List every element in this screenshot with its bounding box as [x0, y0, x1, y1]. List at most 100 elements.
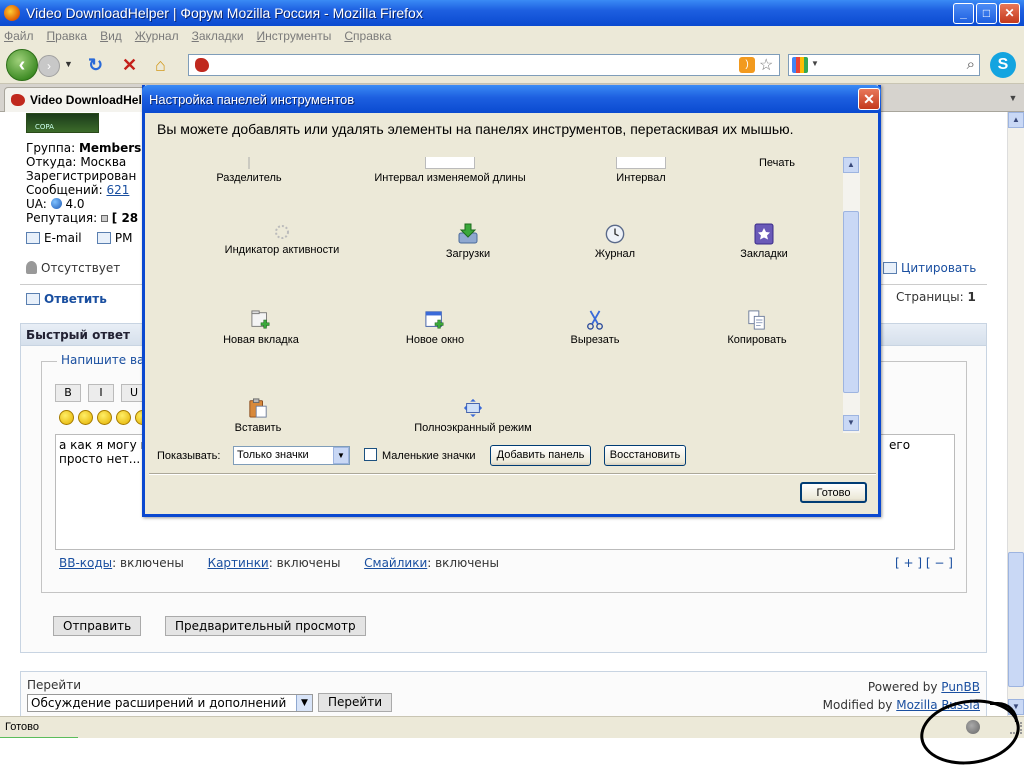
- small-icons-checkbox[interactable]: [364, 448, 377, 461]
- tab-label: Video DownloadHelp: [30, 93, 150, 107]
- scroll-up-icon[interactable]: ▲: [1008, 112, 1024, 128]
- smiley-sad-icon[interactable]: [97, 410, 112, 425]
- pm-link[interactable]: PM: [115, 231, 133, 245]
- stop-icon[interactable]: ✕: [122, 55, 137, 75]
- menu-file[interactable]: Файл: [4, 29, 34, 43]
- back-arrow-icon: ‹: [18, 53, 26, 76]
- palette-label: Журнал: [594, 248, 636, 260]
- search-input[interactable]: ▼ ⌕: [788, 54, 980, 76]
- user-reputation-label: Репутация:: [26, 211, 98, 225]
- menu-edit[interactable]: Правка: [47, 29, 88, 43]
- italic-button[interactable]: I: [88, 384, 114, 402]
- user-info: Группа: Members Откуда: Москва Зарегистр…: [26, 141, 141, 225]
- url-input[interactable]: ) ☆: [188, 54, 780, 76]
- palette-item-downloads[interactable]: Загрузки: [383, 223, 553, 260]
- palette-item-new-tab[interactable]: Новая вкладка: [176, 309, 346, 346]
- forum-jump-select[interactable]: Обсуждение расширений и дополнений ▼: [27, 694, 313, 712]
- user-posts-link[interactable]: 621: [106, 183, 129, 197]
- powered-prefix: Powered by: [867, 680, 942, 694]
- scrollbar-thumb[interactable]: [843, 211, 859, 393]
- forward-button[interactable]: ›: [38, 55, 60, 77]
- preview-button[interactable]: Предварительный просмотр: [165, 616, 366, 636]
- quote-link[interactable]: Цитировать: [883, 261, 976, 275]
- tab-list-dropdown-icon[interactable]: ▼: [1004, 88, 1022, 108]
- user-reputation-value: [ 28: [111, 211, 139, 225]
- palette-item-throbber[interactable]: Индикатор активности: [197, 223, 367, 256]
- menu-tools[interactable]: Инструменты: [257, 29, 332, 43]
- tab-favicon-icon: [11, 94, 25, 106]
- home-icon[interactable]: ⌂: [155, 55, 166, 75]
- user-status-text: Отсутствует: [41, 261, 121, 275]
- history-dropdown-icon[interactable]: ▼: [64, 59, 73, 69]
- palette-item-flexible-space[interactable]: Интервал изменяемой длины: [365, 157, 535, 184]
- bookmark-star-icon[interactable]: ☆: [759, 55, 773, 75]
- small-icons-label[interactable]: Маленькие значки: [382, 450, 476, 462]
- modified-prefix: Modified by: [822, 698, 897, 712]
- close-button[interactable]: ✕: [999, 2, 1020, 24]
- palette-item-paste[interactable]: Вставить: [173, 397, 343, 433]
- palette-label: Загрузки: [445, 248, 491, 260]
- palette-item-new-window[interactable]: Новое окно: [350, 309, 520, 346]
- search-icon[interactable]: ⌕: [967, 56, 975, 73]
- palette-item-history[interactable]: Журнал: [530, 223, 700, 260]
- jump-button[interactable]: Перейти: [318, 693, 392, 712]
- send-button[interactable]: Отправить: [53, 616, 142, 636]
- dialog-close-button[interactable]: ✕: [858, 88, 880, 110]
- punbb-link[interactable]: PunBB: [941, 680, 980, 694]
- bbcode-link[interactable]: BB-коды: [59, 556, 112, 570]
- palette-item-copy[interactable]: Копировать: [672, 309, 842, 346]
- restore-button[interactable]: Восстановить: [604, 445, 686, 466]
- menu-history[interactable]: Журнал: [135, 29, 179, 43]
- palette-label: Полноэкранный режим: [414, 422, 532, 433]
- google-search-engine-icon[interactable]: [792, 57, 808, 73]
- minimize-button[interactable]: _: [953, 2, 974, 24]
- rss-feed-icon[interactable]: ): [739, 57, 755, 73]
- smilies-link[interactable]: Смайлики: [364, 556, 427, 570]
- smiley-neutral-icon[interactable]: [78, 410, 93, 425]
- menu-bar: Файл Правка Вид Журнал Закладки Инструме…: [0, 26, 1024, 46]
- reply-link[interactable]: Ответить: [26, 292, 107, 306]
- palette-item-fullscreen[interactable]: Полноэкранный режим: [388, 397, 558, 433]
- palette-item-bookmarks[interactable]: Закладки: [679, 223, 849, 260]
- menu-view[interactable]: Вид: [100, 29, 122, 43]
- reload-icon[interactable]: ↻: [88, 55, 103, 75]
- user-location-value: Москва: [80, 155, 127, 169]
- separator-icon: [248, 157, 250, 169]
- reply-legend: Напишите ва: [57, 353, 149, 367]
- bold-button[interactable]: B: [55, 384, 81, 402]
- back-button[interactable]: ‹: [6, 49, 38, 81]
- done-button[interactable]: Готово: [800, 482, 867, 503]
- palette-item-separator[interactable]: Разделитель: [164, 157, 334, 184]
- palette-item-print[interactable]: Печать: [692, 157, 859, 169]
- add-toolbar-button[interactable]: Добавить панель: [490, 445, 591, 466]
- tab-video-downloadhelper[interactable]: Video DownloadHelp: [4, 87, 154, 112]
- palette-scrollbar[interactable]: ▲ ▼: [843, 157, 860, 433]
- cut-icon: [587, 310, 603, 330]
- dialog-titlebar: Настройка панелей инструментов ✕: [142, 85, 881, 113]
- pages-value[interactable]: 1: [968, 290, 976, 304]
- show-mode-select[interactable]: Только значки ▼: [233, 446, 350, 465]
- scroll-up-icon[interactable]: ▲: [843, 157, 859, 173]
- palette-label: Вставить: [234, 422, 282, 433]
- palette-item-cut[interactable]: Вырезать: [510, 309, 680, 346]
- page-scrollbar[interactable]: ▲ ▼: [1007, 112, 1024, 716]
- palette-label: Печать: [758, 157, 796, 169]
- search-engine-dropdown-icon[interactable]: ▼: [811, 59, 819, 68]
- images-state: : включены: [268, 556, 341, 570]
- scroll-down-icon[interactable]: ▼: [843, 415, 859, 431]
- palette-label: Разделитель: [216, 172, 282, 184]
- smiley-grin-icon[interactable]: [116, 410, 131, 425]
- maximize-button[interactable]: □: [976, 2, 997, 24]
- smiley-smile-icon[interactable]: [59, 410, 74, 425]
- user-status: Отсутствует: [26, 261, 120, 275]
- expand-collapse-links[interactable]: [ + ] [ − ]: [895, 556, 953, 570]
- menu-help[interactable]: Справка: [344, 29, 391, 43]
- palette-label: Интервал изменяемой длины: [374, 172, 526, 184]
- jump-panel: Перейти Обсуждение расширений и дополнен…: [20, 671, 987, 716]
- skype-icon[interactable]: S: [990, 52, 1016, 78]
- images-link[interactable]: Картинки: [208, 556, 269, 570]
- email-link[interactable]: E-mail: [44, 231, 82, 245]
- scrollbar-thumb[interactable]: [1008, 552, 1024, 687]
- menu-bookmarks[interactable]: Закладки: [192, 29, 244, 43]
- palette-label: Вырезать: [570, 334, 620, 346]
